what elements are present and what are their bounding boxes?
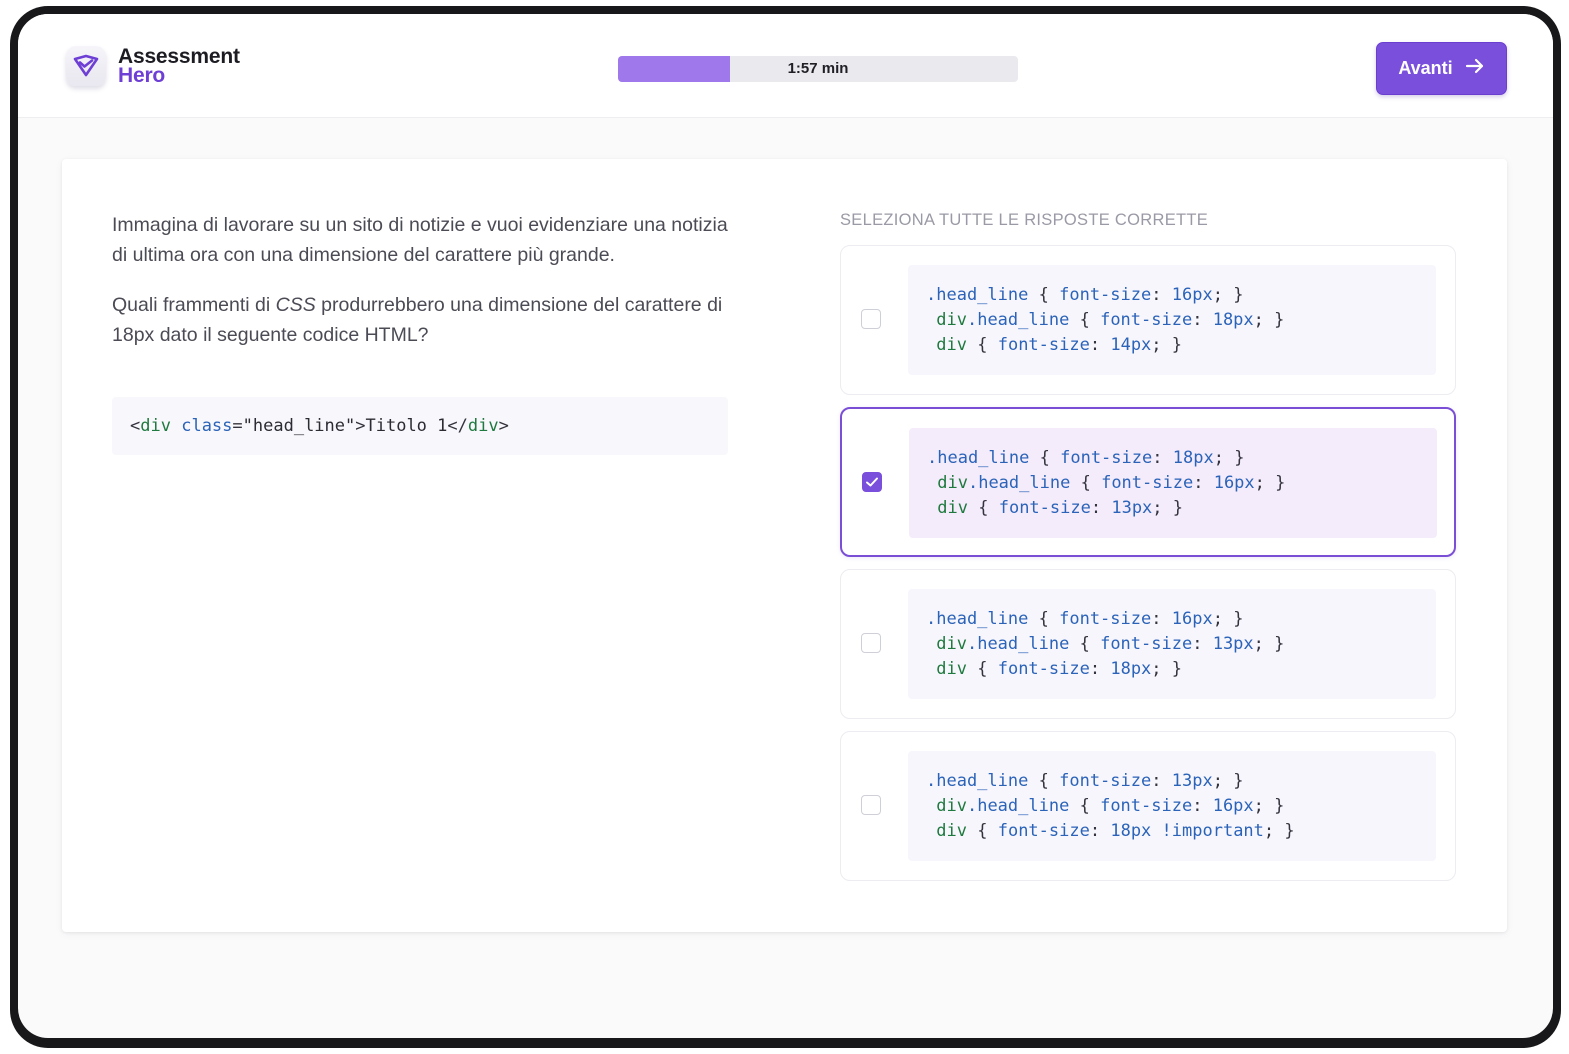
answer-checkbox[interactable] <box>862 472 882 492</box>
app-logo: Assessment Hero <box>66 46 240 86</box>
code-line-2: div.head_line { font-size: 16px; } <box>936 796 1285 816</box>
css-code-snippet: .head_line { font-size: 13px; } div.head… <box>908 751 1436 861</box>
question-text: Immagina di lavorare su un sito di notiz… <box>112 210 732 370</box>
app-name: Assessment Hero <box>118 46 240 87</box>
question-card: Immagina di lavorare su un sito di notiz… <box>62 159 1507 932</box>
top-bar: Assessment Hero 1:57 min Avanti <box>18 14 1553 118</box>
answer-option-3[interactable]: .head_line { font-size: 16px; } div.head… <box>840 569 1456 719</box>
code-line-1: .head_line { font-size: 18px; } <box>927 448 1245 468</box>
css-code-snippet: .head_line { font-size: 16px; } div.head… <box>908 265 1436 375</box>
app-name-line2: Hero <box>118 64 166 87</box>
answer-option-2[interactable]: .head_line { font-size: 18px; } div.head… <box>840 407 1456 557</box>
code-line-2: div.head_line { font-size: 16px; } <box>937 473 1286 493</box>
check-icon <box>866 477 878 487</box>
code-line-2: div.head_line { font-size: 18px; } <box>936 310 1285 330</box>
timer-progress-bar: 1:57 min <box>618 56 1018 82</box>
question-paragraph-1: Immagina di lavorare su un sito di notiz… <box>112 214 728 266</box>
answer-option-4[interactable]: .head_line { font-size: 13px; } div.head… <box>840 731 1456 881</box>
timer-label: 1:57 min <box>787 60 849 77</box>
next-button-label: Avanti <box>1398 58 1453 78</box>
code-line-1: .head_line { font-size: 16px; } <box>926 609 1244 629</box>
code-line-2: div.head_line { font-size: 13px; } <box>936 634 1285 654</box>
code-line-3: div { font-size: 14px; } <box>936 335 1183 355</box>
device-frame: Assessment Hero 1:57 min Avanti Immagina <box>10 6 1561 1048</box>
html-code-snippet: <div class="head_line">Titolo 1</div> <box>112 397 728 455</box>
answer-checkbox[interactable] <box>861 633 881 653</box>
code-line-3: div { font-size: 18px; } <box>936 659 1183 679</box>
code-line-3: div { font-size: 18px !important; } <box>936 821 1295 841</box>
code-line-1: .head_line { font-size: 16px; } <box>926 285 1244 305</box>
css-code-snippet: .head_line { font-size: 18px; } div.head… <box>909 428 1437 538</box>
checkmark-shield-icon <box>66 46 106 86</box>
app-screen: Assessment Hero 1:57 min Avanti Immagina <box>18 14 1553 1038</box>
answer-instruction: SELEZIONA TUTTE LE RISPOSTE CORRETTE <box>840 211 1209 229</box>
question-paragraph-2: Quali frammenti di CSS produrrebbero una… <box>112 294 723 346</box>
answer-checkbox[interactable] <box>861 795 881 815</box>
next-button[interactable]: Avanti <box>1376 42 1507 95</box>
answer-checkbox[interactable] <box>861 309 881 329</box>
code-line-3: div { font-size: 13px; } <box>937 498 1184 518</box>
code-line-1: .head_line { font-size: 13px; } <box>926 771 1244 791</box>
answer-option-1[interactable]: .head_line { font-size: 16px; } div.head… <box>840 245 1456 395</box>
css-code-snippet: .head_line { font-size: 16px; } div.head… <box>908 589 1436 699</box>
arrow-right-icon <box>1465 57 1485 80</box>
